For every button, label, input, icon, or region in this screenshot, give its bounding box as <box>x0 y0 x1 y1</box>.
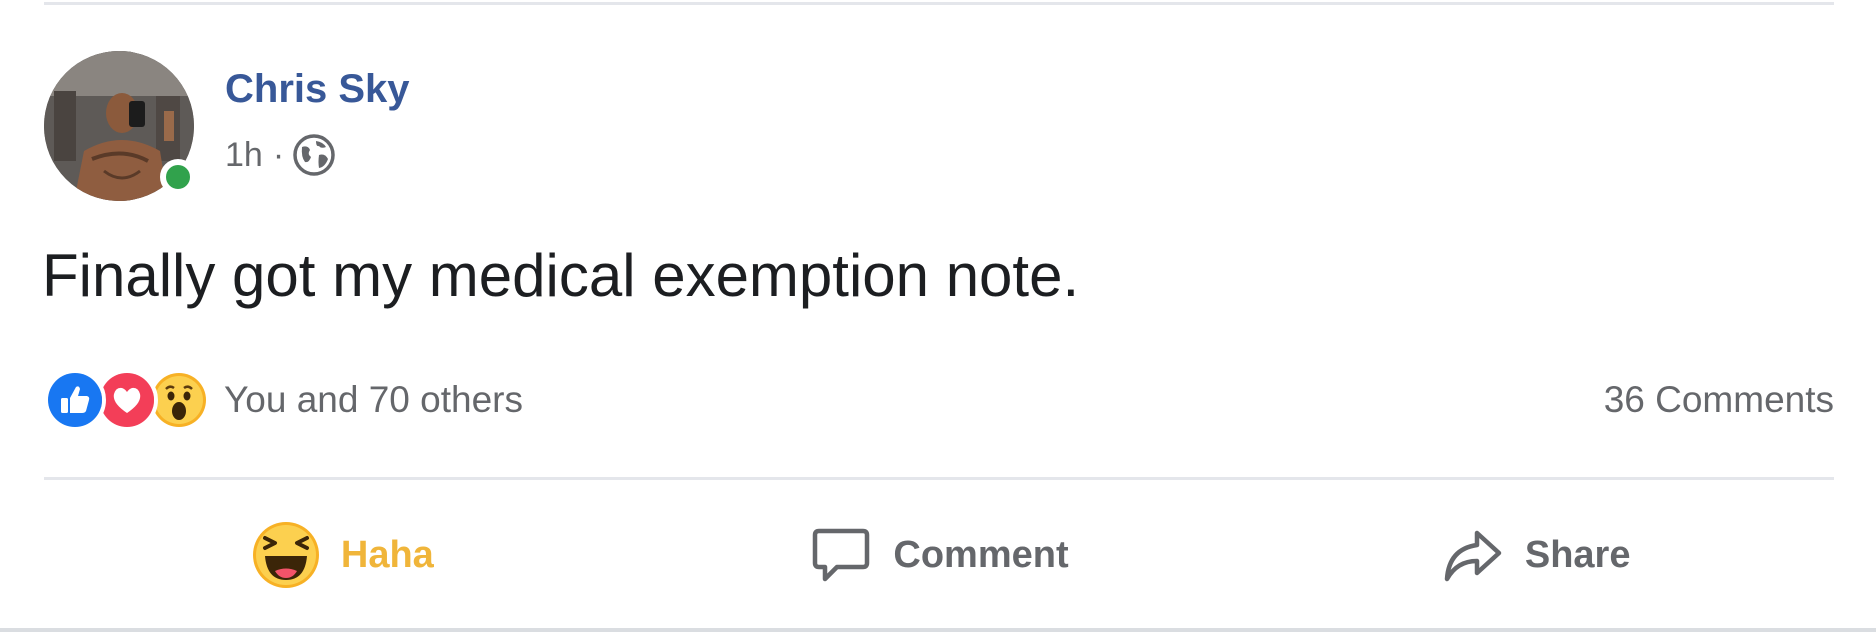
comment-label: Comment <box>893 533 1069 576</box>
reactions-summary[interactable]: You and 70 others <box>44 368 523 432</box>
haha-button[interactable]: Haha <box>44 510 641 600</box>
share-label: Share <box>1524 533 1631 576</box>
meta-separator: · <box>272 135 285 174</box>
share-button[interactable]: Share <box>1237 510 1834 600</box>
actions-divider <box>44 477 1834 480</box>
post-text: Finally got my medical exemption note. <box>42 242 1080 309</box>
comment-button[interactable]: Comment <box>641 510 1238 600</box>
haha-reaction-icon <box>252 522 319 588</box>
top-divider <box>44 2 1834 5</box>
comments-count[interactable]: 36 Comments <box>1604 374 1834 426</box>
haha-label: Haha <box>340 533 434 576</box>
bottom-divider <box>0 628 1876 632</box>
post-actions: Haha Comment Share <box>44 510 1834 600</box>
reactions-summary-text[interactable]: You and 70 others <box>224 379 523 421</box>
share-icon <box>1444 530 1502 582</box>
like-reaction-icon <box>44 369 106 431</box>
post-meta: 1h · <box>225 130 336 180</box>
author-name[interactable]: Chris Sky <box>225 63 410 115</box>
globe-icon[interactable] <box>292 133 336 177</box>
post-timestamp[interactable]: 1h <box>225 136 263 175</box>
online-status-dot <box>160 159 196 195</box>
comment-icon <box>813 528 870 582</box>
